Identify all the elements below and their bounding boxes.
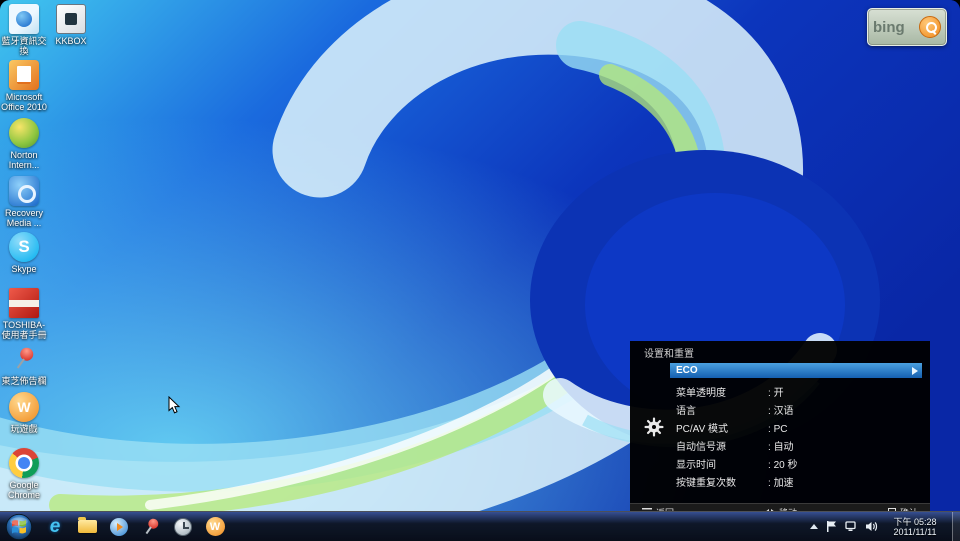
desktop-icon-label: Norton Intern... xyxy=(1,150,47,170)
chevron-right-icon xyxy=(912,367,918,375)
pushpin-icon xyxy=(136,511,167,541)
gear-icon xyxy=(644,417,664,442)
osd-row-label: PC/AV 模式 xyxy=(676,424,728,435)
desktop-icon-games[interactable]: 玩遊戲 xyxy=(1,392,47,434)
osd-row-value: 加速 xyxy=(768,475,794,493)
desktop-icon-label: Microsoft Office 2010 xyxy=(1,92,47,112)
taskbar-reeltime-button[interactable] xyxy=(167,514,199,540)
desktop-icon-chrome[interactable]: Google Chrome xyxy=(1,448,47,500)
media-player-icon xyxy=(110,518,128,536)
office-icon xyxy=(9,60,39,90)
mouse-cursor xyxy=(168,396,181,420)
desktop-icon-label: 玩遊戲 xyxy=(10,424,37,434)
desktop-icon-toshiba-bulletin[interactable]: 東芝佈告欄 xyxy=(1,344,47,386)
skype-icon xyxy=(9,232,39,262)
osd-footer: 返回 移动 确认 xyxy=(630,503,930,511)
desktop-icon-bluetooth-exchange[interactable]: 藍牙資訊交換 xyxy=(1,4,47,56)
osd-row-label: 自动信号源 xyxy=(676,442,726,453)
action-center-flag-icon[interactable] xyxy=(825,520,838,533)
desktop: 藍牙資訊交換 KKBOX Microsoft Office 2010 Norto… xyxy=(0,0,960,511)
bing-logo: bing xyxy=(873,19,905,36)
osd-row-value: 开 xyxy=(768,385,784,403)
osd-row-value: 20 秒 xyxy=(768,457,797,475)
internet-explorer-icon: e xyxy=(50,516,61,538)
chrome-icon xyxy=(9,448,39,478)
desktop-icon-skype[interactable]: Skype xyxy=(1,232,47,274)
system-tray: 下午 05:28 2011/11/11 xyxy=(810,512,960,541)
osd-row-display-time: 显示时间 20 秒 xyxy=(676,457,922,475)
osd-rows: 菜单透明度 开 语言 汉语 PC/AV 模式 PC 自动信号源 自动 显示时间 xyxy=(676,385,922,493)
osd-row-value: 汉语 xyxy=(768,403,794,421)
osd-title: 设置和重置 xyxy=(644,345,694,360)
osd-row-label: 按键重复次数 xyxy=(676,478,736,489)
folder-icon xyxy=(78,520,97,533)
osd-row-label: 显示时间 xyxy=(676,460,716,471)
osd-row-language: 语言 汉语 xyxy=(676,403,922,421)
taskbar-bulletin-button[interactable] xyxy=(135,514,167,540)
show-desktop-button[interactable] xyxy=(952,512,960,541)
taskbar-explorer-button[interactable] xyxy=(71,514,103,540)
wildtangent-icon xyxy=(9,392,39,422)
taskbar: e W 下午 05:28 2011/11/11 xyxy=(0,511,960,541)
red-book-icon xyxy=(9,288,39,318)
desktop-icon-label: Google Chrome xyxy=(1,480,47,500)
clock-time: 下午 05:28 xyxy=(885,517,945,527)
desktop-icon-recovery-media[interactable]: Recovery Media ... xyxy=(1,176,47,228)
desktop-icon-toshiba-manual[interactable]: TOSHIBA-使用者手冊 xyxy=(1,288,47,340)
osd-row-value: PC xyxy=(768,421,787,439)
desktop-icon-norton[interactable]: Norton Intern... xyxy=(1,118,47,170)
kkbox-icon xyxy=(56,4,86,34)
osd-row-label: 语言 xyxy=(676,406,696,417)
clock-date: 2011/11/11 xyxy=(885,527,945,537)
bing-search-gadget[interactable]: bing xyxy=(867,8,947,46)
search-button[interactable] xyxy=(919,16,941,38)
bluetooth-file-icon xyxy=(9,4,39,34)
osd-row-value: 自动 xyxy=(768,439,794,457)
tray-expand-icon[interactable] xyxy=(810,524,818,529)
osd-selected-row-eco: ECO xyxy=(670,363,922,378)
desktop-icon-label: 藍牙資訊交換 xyxy=(1,36,47,56)
taskbar-ie-button[interactable]: e xyxy=(39,514,71,540)
screen: 藍牙資訊交換 KKBOX Microsoft Office 2010 Norto… xyxy=(0,0,960,541)
osd-row-auto-source: 自动信号源 自动 xyxy=(676,439,922,457)
desktop-icon-label: TOSHIBA-使用者手冊 xyxy=(1,320,47,340)
desktop-icon-label: KKBOX xyxy=(55,36,86,46)
network-icon[interactable] xyxy=(845,520,858,533)
desktop-icon-label: Skype xyxy=(11,264,36,274)
pushpin-icon xyxy=(3,338,45,380)
clock-app-icon xyxy=(174,518,192,536)
recovery-disc-icon xyxy=(9,176,39,206)
desktop-icon-office[interactable]: Microsoft Office 2010 xyxy=(1,60,47,112)
desktop-icon-kkbox[interactable]: KKBOX xyxy=(48,4,94,46)
norton-globe-icon xyxy=(9,118,39,148)
desktop-icon-label: Recovery Media ... xyxy=(1,208,47,228)
osd-row-pc-av-mode: PC/AV 模式 PC xyxy=(676,421,922,439)
taskbar-games-button[interactable]: W xyxy=(199,514,231,540)
taskbar-media-player-button[interactable] xyxy=(103,514,135,540)
osd-row-label: ECO xyxy=(670,365,912,376)
osd-row-menu-transparency: 菜单透明度 开 xyxy=(676,385,922,403)
taskbar-clock[interactable]: 下午 05:28 2011/11/11 xyxy=(885,517,945,537)
volume-icon[interactable] xyxy=(865,520,878,533)
monitor-osd-menu: 设置和重置 ECO 菜单透 xyxy=(630,341,930,511)
start-button[interactable] xyxy=(5,513,33,541)
wildtangent-icon: W xyxy=(206,517,225,536)
osd-row-key-repeat: 按键重复次数 加速 xyxy=(676,475,922,493)
osd-row-label: 菜单透明度 xyxy=(676,388,726,399)
